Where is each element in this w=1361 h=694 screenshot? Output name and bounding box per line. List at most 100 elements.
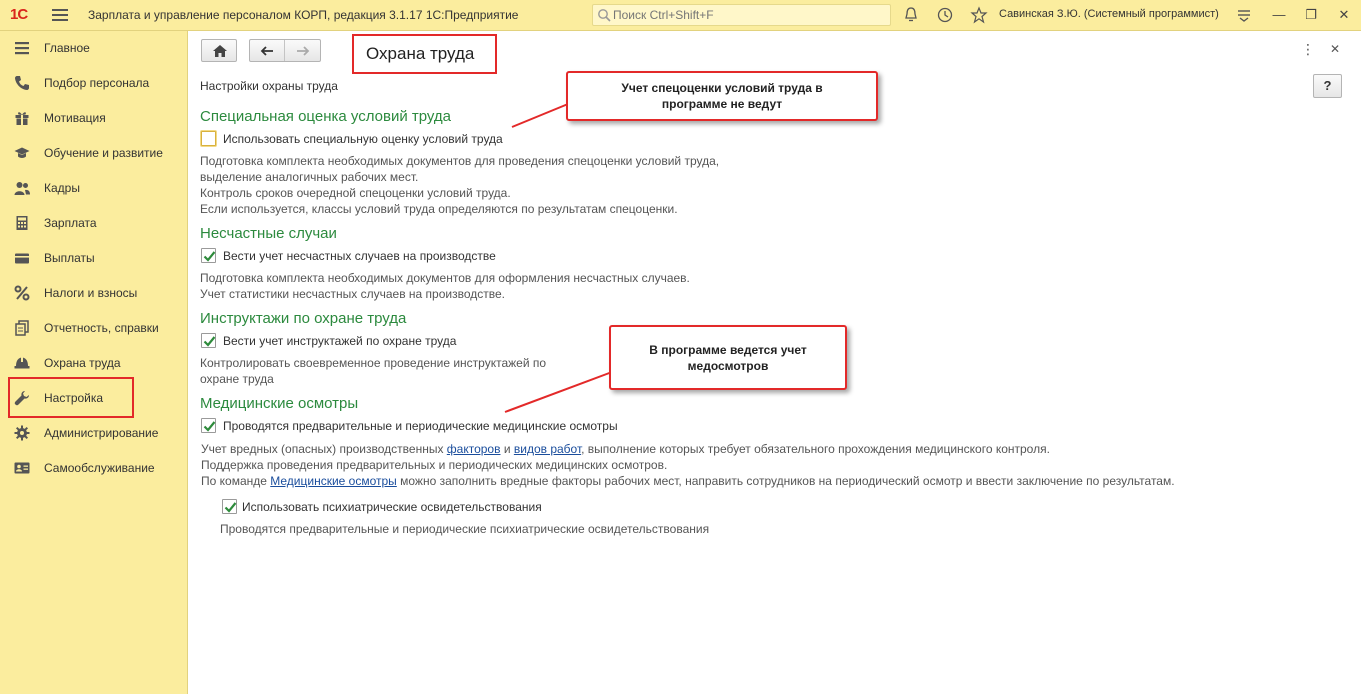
sidebar-item-self-service[interactable]: Самообслуживание <box>0 451 188 486</box>
accidents-label[interactable]: Вести учет несчастных случаев на произво… <box>223 249 496 263</box>
gear-icon <box>14 425 30 441</box>
sidebar-item-label: Налоги и взносы <box>44 286 138 300</box>
helmet-icon <box>14 357 30 369</box>
global-search[interactable] <box>592 4 891 26</box>
text: можно заполнить вредные факторы рабочих … <box>396 474 1175 488</box>
calculator-icon <box>16 216 28 230</box>
restore-button[interactable]: ❐ <box>1301 5 1321 25</box>
sidebar-item-label: Кадры <box>44 181 80 195</box>
checkmark-icon <box>203 336 216 347</box>
main-menu-icon[interactable] <box>52 6 68 24</box>
factors-link[interactable]: факторов <box>447 442 501 456</box>
percent-icon <box>14 285 30 301</box>
special-assessment-label[interactable]: Использовать специальную оценку условий … <box>223 132 503 146</box>
sidebar-item-label: Администрирование <box>44 426 159 440</box>
work-types-link[interactable]: видов работ <box>514 442 581 456</box>
callout-medical: В программе ведется учет медосмотров <box>609 325 847 390</box>
form-subtitle: Настройки охраны труда <box>200 79 338 93</box>
sidebar-item-labor-safety[interactable]: Охрана труда <box>0 346 188 381</box>
forward-button[interactable] <box>286 40 321 61</box>
description-line: По команде Медицинские осмотры можно зап… <box>201 473 1175 489</box>
star-icon[interactable] <box>970 6 988 24</box>
sidebar-item-label: Главное <box>44 41 90 55</box>
checkmark-icon <box>203 251 216 262</box>
settings-menu-icon[interactable] <box>1235 6 1253 24</box>
people-icon <box>14 182 30 195</box>
briefings-label[interactable]: Вести учет инструктажей по охране труда <box>223 334 456 348</box>
callout-line: В программе ведется учет <box>649 343 807 357</box>
briefings-checkbox[interactable] <box>201 333 216 348</box>
psychiatric-label[interactable]: Использовать психиатрические освидетельс… <box>242 500 542 514</box>
medical-checkbox[interactable] <box>201 418 216 433</box>
checkmark-icon <box>203 421 216 432</box>
menu-icon <box>15 42 29 55</box>
callout-line: Учет спецоценки условий труда в <box>621 81 823 95</box>
history-icon[interactable] <box>936 6 954 24</box>
title-bar: 1С Зарплата и управление персоналом КОРП… <box>0 0 1361 31</box>
search-input[interactable] <box>613 7 883 23</box>
description-line: Контролировать своевременное проведение … <box>200 356 547 370</box>
bell-icon[interactable] <box>902 6 920 24</box>
sidebar-item-motivation[interactable]: Мотивация <box>0 101 188 136</box>
home-icon <box>213 45 227 57</box>
graduation-cap-icon <box>14 147 30 158</box>
sidebar-item-label: Мотивация <box>44 111 106 125</box>
search-icon <box>598 9 611 22</box>
more-actions-icon[interactable]: ⋮ <box>1301 41 1315 57</box>
callout-line: медосмотров <box>687 359 769 373</box>
description-line: Подготовка комплекта необходимых докумен… <box>200 271 690 285</box>
sidebar-item-label: Обучение и развитие <box>44 146 163 160</box>
wallet-icon <box>15 253 29 264</box>
current-user[interactable]: Савинская З.Ю. (Системный программист) <box>999 8 1219 20</box>
description-line: Учет вредных (опасных) производственных … <box>201 441 1175 457</box>
callout-line: программе не ведут <box>661 97 783 111</box>
app-title: Зарплата и управление персоналом КОРП, р… <box>88 8 519 22</box>
special-assessment-checkbox[interactable] <box>201 131 216 146</box>
forward-arrow-icon <box>297 46 310 56</box>
selected-section-highlight <box>8 377 134 418</box>
psychiatric-description: Проводятся предварительные и периодическ… <box>220 522 710 536</box>
sidebar-item-administration[interactable]: Администрирование <box>0 416 188 451</box>
help-button[interactable]: ? <box>1313 74 1342 98</box>
documents-icon <box>15 320 29 336</box>
section-briefings-title: Инструктажи по охране труда <box>200 310 407 327</box>
sidebar-item-reports[interactable]: Отчетность, справки <box>0 311 188 346</box>
sidebar-item-label: Выплаты <box>44 251 95 265</box>
back-arrow-icon <box>260 46 273 56</box>
gift-icon <box>15 112 29 125</box>
description-line: Подготовка комплекта необходимых докумен… <box>200 154 720 168</box>
checkmark-icon <box>224 502 237 513</box>
sidebar-item-salary[interactable]: Зарплата <box>0 206 188 241</box>
page-title-highlight: Охрана труда <box>352 34 497 74</box>
description-line: Поддержка проведения предварительных и п… <box>201 458 668 472</box>
sidebar-item-payments[interactable]: Выплаты <box>0 241 188 276</box>
sections-sidebar: Главное Подбор персонала Мотивация Обуче… <box>0 31 188 694</box>
description-line: Контроль сроков очередной спецоценки усл… <box>200 186 511 200</box>
close-window-button[interactable]: ✕ <box>1334 5 1354 25</box>
medical-label[interactable]: Проводятся предварительные и периодическ… <box>223 419 618 433</box>
description-line: охране труда <box>200 372 274 386</box>
sidebar-item-main[interactable]: Главное <box>0 31 188 66</box>
sidebar-item-label: Зарплата <box>44 216 97 230</box>
text: , выполнение которых требует обязательно… <box>581 442 1050 456</box>
sidebar-item-taxes[interactable]: Налоги и взносы <box>0 276 188 311</box>
sidebar-item-training[interactable]: Обучение и развитие <box>0 136 188 171</box>
section-medical-title: Медицинские осмотры <box>200 395 359 412</box>
back-button[interactable] <box>250 40 285 61</box>
sidebar-item-label: Отчетность, справки <box>44 321 159 335</box>
sidebar-item-label: Подбор персонала <box>44 76 150 90</box>
sidebar-item-recruiting[interactable]: Подбор персонала <box>0 66 188 101</box>
callout-special-assessment: Учет спецоценки условий труда в программ… <box>566 71 878 121</box>
medical-exams-link[interactable]: Медицинские осмотры <box>270 474 397 488</box>
home-button[interactable] <box>201 39 237 62</box>
minimize-button[interactable]: — <box>1269 5 1289 25</box>
sidebar-item-hr[interactable]: Кадры <box>0 171 188 206</box>
section-special-assessment-title: Специальная оценка условий труда <box>200 108 452 125</box>
accidents-description: Подготовка комплекта необходимых докумен… <box>200 270 690 302</box>
text: и <box>500 442 514 456</box>
description-line: Если используется, классы условий труда … <box>200 202 678 216</box>
accidents-checkbox[interactable] <box>201 248 216 263</box>
psychiatric-checkbox[interactable] <box>222 499 237 514</box>
close-form-icon[interactable]: ✕ <box>1329 41 1341 57</box>
medical-description: Учет вредных (опасных) производственных … <box>201 441 1175 489</box>
